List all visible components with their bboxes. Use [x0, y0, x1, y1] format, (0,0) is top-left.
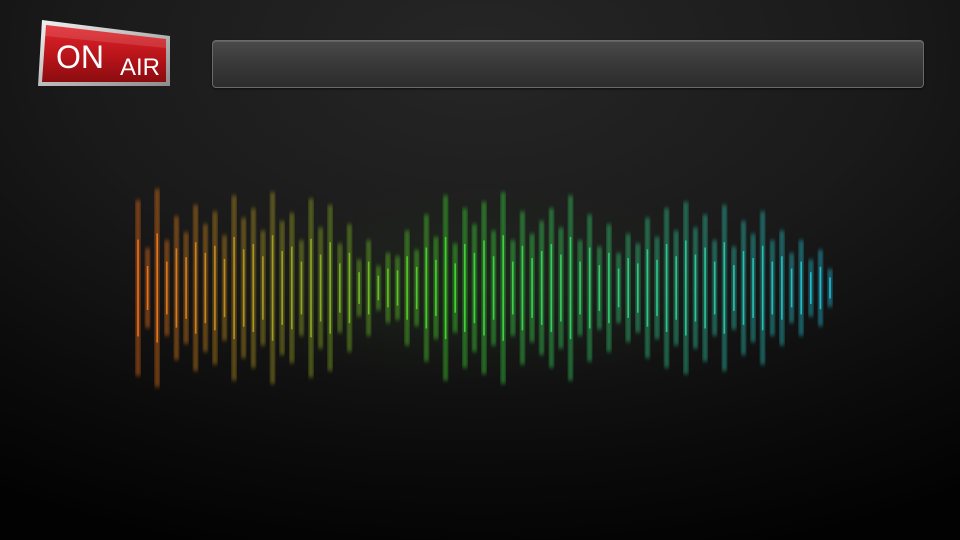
waveform-bar-core: [166, 261, 168, 315]
waveform-bar-core: [137, 239, 139, 337]
waveform-bar-core: [339, 263, 341, 313]
waveform-bar-core: [156, 233, 158, 343]
waveform-bar-core: [531, 258, 533, 318]
waveform-bar-core: [665, 244, 668, 332]
waveform-bar-core: [233, 237, 235, 340]
waveform-bar-core: [617, 268, 620, 308]
waveform-bar-core: [454, 263, 456, 313]
waveform-bar-core: [588, 247, 591, 329]
waveform-bar-core: [550, 244, 553, 332]
waveform-bar-core: [492, 256, 495, 320]
waveform-bar-core: [425, 247, 428, 329]
waveform-bar-core: [300, 261, 303, 315]
waveform-bar-core: [771, 261, 774, 315]
waveform-bar-core: [271, 235, 274, 341]
waveform-bar-core: [598, 265, 601, 311]
waveform-bar-core: [656, 259, 658, 317]
waveform-bar-core: [800, 261, 802, 315]
waveform-bar-core: [367, 261, 370, 315]
waveform-bar-core: [435, 259, 437, 317]
waveform-bar-core: [560, 254, 562, 322]
waveform-bar-core: [444, 237, 447, 340]
waveform-bar-core: [790, 268, 793, 308]
waveform-bar-core: [685, 240, 687, 336]
waveform-bar-core: [310, 238, 312, 338]
waveform-bar-core: [387, 268, 389, 308]
waveform-bar-core: [540, 251, 543, 325]
waveform-bar-core: [185, 257, 187, 319]
waveform-bar-core: [637, 263, 639, 313]
slide-background: ON AIR: [0, 0, 960, 540]
waveform-bar-core: [291, 246, 293, 330]
waveform-bar-core: [281, 251, 283, 325]
waveform-bar-core: [483, 240, 485, 336]
waveform-bar-core: [473, 252, 476, 324]
waveform-bar-core: [675, 256, 677, 320]
waveform-bar-core: [348, 252, 351, 324]
waveform-bar-core: [781, 256, 783, 320]
waveform-bar-core: [464, 244, 466, 332]
waveform-bar-core: [406, 256, 408, 320]
waveform-bar-core: [829, 277, 831, 299]
waveform-bar-core: [175, 248, 178, 328]
waveform-bar-core: [223, 259, 226, 318]
waveform-bar-core: [329, 242, 331, 334]
waveform-bar-core: [214, 245, 216, 331]
waveform-bar-core: [377, 275, 380, 301]
waveform-bar-core: [810, 272, 812, 304]
waveform-bar-core: [358, 272, 360, 304]
waveform-bar-core: [694, 254, 697, 322]
waveform-bar-core: [579, 261, 581, 315]
audio-waveform: [136, 188, 832, 388]
waveform-bar-core: [262, 256, 264, 320]
waveform-bar-core: [502, 235, 504, 341]
waveform-bar-core: [704, 247, 706, 329]
waveform-bar-core: [146, 266, 149, 310]
waveform-bar-core: [512, 261, 514, 315]
waveform-bar-core: [521, 245, 524, 331]
waveform-bar-core: [646, 249, 649, 327]
waveform-bar-core: [415, 266, 418, 310]
waveform-bar-core: [396, 270, 399, 306]
waveform-bar-core: [713, 261, 716, 315]
waveform-bar-core: [252, 244, 255, 332]
waveform-bar-core: [242, 249, 245, 327]
waveform-bar-core: [569, 237, 572, 340]
waveform-bar-core: [627, 258, 629, 318]
waveform-bar-core: [742, 251, 745, 325]
waveform-bar-core: [733, 265, 735, 311]
waveform-bar-core: [723, 242, 726, 334]
waveform-bar-core: [204, 252, 207, 324]
waveform-bar-core: [608, 252, 610, 324]
waveform-bar-core: [761, 245, 764, 331]
waveform-bar-core: [319, 254, 322, 322]
waveform-bar-core: [819, 266, 822, 310]
waveform-bar-core: [194, 242, 197, 334]
waveform-bar-core: [752, 258, 754, 318]
